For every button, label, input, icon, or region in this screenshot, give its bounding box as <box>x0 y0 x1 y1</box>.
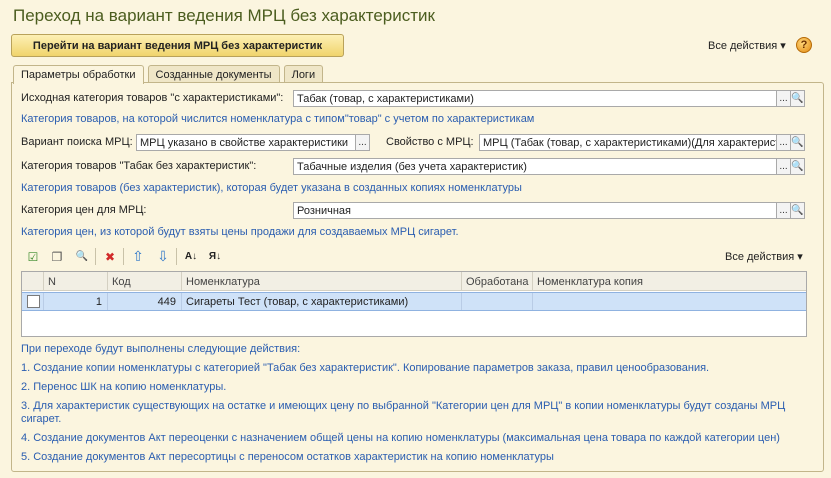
target-category-label: Категория товаров "Табак без характерист… <box>21 160 257 172</box>
column-header-copy[interactable]: Номенклатура копия <box>533 272 806 291</box>
target-category-select-button[interactable]: ... <box>776 158 791 175</box>
source-category-label: Исходная категория товаров "с характерис… <box>21 92 284 104</box>
info-step-5: 5. Создание документов Акт пересортицы с… <box>21 451 554 463</box>
target-category-search-icon[interactable]: 🔍 <box>790 158 805 175</box>
tab-logs[interactable]: Логи <box>283 65 324 83</box>
search-variant-select-button[interactable]: ... <box>355 134 370 151</box>
delete-icon[interactable]: ✖ <box>102 249 118 264</box>
tab-bar: Параметры обработки Созданные документы … <box>13 65 327 84</box>
sort-desc-icon[interactable]: Я↓ <box>207 249 223 264</box>
row-processed <box>462 293 533 310</box>
price-category-field[interactable]: Розничная <box>293 202 777 219</box>
toolbar-separator <box>95 248 96 265</box>
search-variant-field[interactable]: МРЦ указано в свойстве характеристики <box>136 134 356 151</box>
price-category-search-icon[interactable]: 🔍 <box>790 202 805 219</box>
column-header-processed[interactable]: Обработана <box>462 272 533 291</box>
copy-icon[interactable]: ❐ <box>49 249 65 264</box>
column-header-n[interactable]: N <box>44 272 108 291</box>
column-header-check[interactable] <box>22 272 44 291</box>
column-header-code[interactable]: Код <box>108 272 182 291</box>
info-step-1: 1. Создание копии номенклатуры с категор… <box>21 362 710 374</box>
page-title: Переход на вариант ведения МРЦ без харак… <box>13 6 435 25</box>
toolbar-separator <box>176 248 177 265</box>
row-checkbox[interactable] <box>27 295 40 308</box>
row-checkbox-cell <box>22 293 44 310</box>
info-step-3-cont: сигарет. <box>21 413 62 425</box>
table-all-actions-menu[interactable]: Все действия ▾ <box>725 250 803 263</box>
row-number: 1 <box>44 293 108 310</box>
switch-mode-button[interactable]: Перейти на вариант ведения МРЦ без харак… <box>11 34 344 57</box>
move-down-icon[interactable]: ⇩ <box>155 248 171 264</box>
move-up-icon[interactable]: ⇧ <box>130 248 146 264</box>
row-copy <box>533 293 806 310</box>
items-table: N Код Номенклатура Обработана Номенклату… <box>21 271 807 337</box>
price-category-select-button[interactable]: ... <box>776 202 791 219</box>
table-header: N Код Номенклатура Обработана Номенклату… <box>22 272 806 291</box>
source-category-field[interactable]: Табак (товар, с характеристиками) <box>293 90 777 107</box>
find-icon[interactable]: 🔍 <box>74 249 90 264</box>
help-icon[interactable]: ? <box>796 37 812 53</box>
search-variant-label: Вариант поиска МРЦ: <box>21 136 133 148</box>
price-category-hint: Категория цен, из которой будут взяты це… <box>21 226 459 238</box>
table-row[interactable]: 1 449 Сигареты Тест (товар, с характерис… <box>22 292 806 311</box>
source-category-hint: Категория товаров, на которой числится н… <box>21 113 535 125</box>
tab-created-documents[interactable]: Созданные документы <box>147 65 280 83</box>
info-step-4: 4. Создание документов Акт переоценки с … <box>21 432 780 444</box>
column-header-name[interactable]: Номенклатура <box>182 272 462 291</box>
info-step-3: 3. Для характеристик существующих на ост… <box>21 400 786 412</box>
price-category-label: Категория цен для МРЦ: <box>21 204 147 216</box>
property-select-button[interactable]: ... <box>776 134 791 151</box>
all-actions-menu[interactable]: Все действия ▾ <box>708 39 786 52</box>
tab-parameters[interactable]: Параметры обработки <box>13 65 144 84</box>
target-category-hint: Категория товаров (без характеристик), к… <box>21 182 522 194</box>
row-code: 449 <box>108 293 182 310</box>
source-category-select-button[interactable]: ... <box>776 90 791 107</box>
check-all-icon[interactable]: ☑ <box>25 249 41 264</box>
info-intro: При переходе будут выполнены следующие д… <box>21 343 301 355</box>
sort-asc-icon[interactable]: A↓ <box>183 249 199 264</box>
source-category-search-icon[interactable]: 🔍 <box>790 90 805 107</box>
property-search-icon[interactable]: 🔍 <box>790 134 805 151</box>
target-category-field[interactable]: Табачные изделия (без учета характеристи… <box>293 158 777 175</box>
toolbar-separator <box>123 248 124 265</box>
property-field[interactable]: МРЦ (Табак (товар, с характеристиками)(Д… <box>479 134 777 151</box>
info-step-2: 2. Перенос ШК на копию номенклатуры. <box>21 381 227 393</box>
row-nomenclature: Сигареты Тест (товар, с характеристиками… <box>182 293 462 310</box>
property-label: Свойство с МРЦ: <box>386 136 474 148</box>
